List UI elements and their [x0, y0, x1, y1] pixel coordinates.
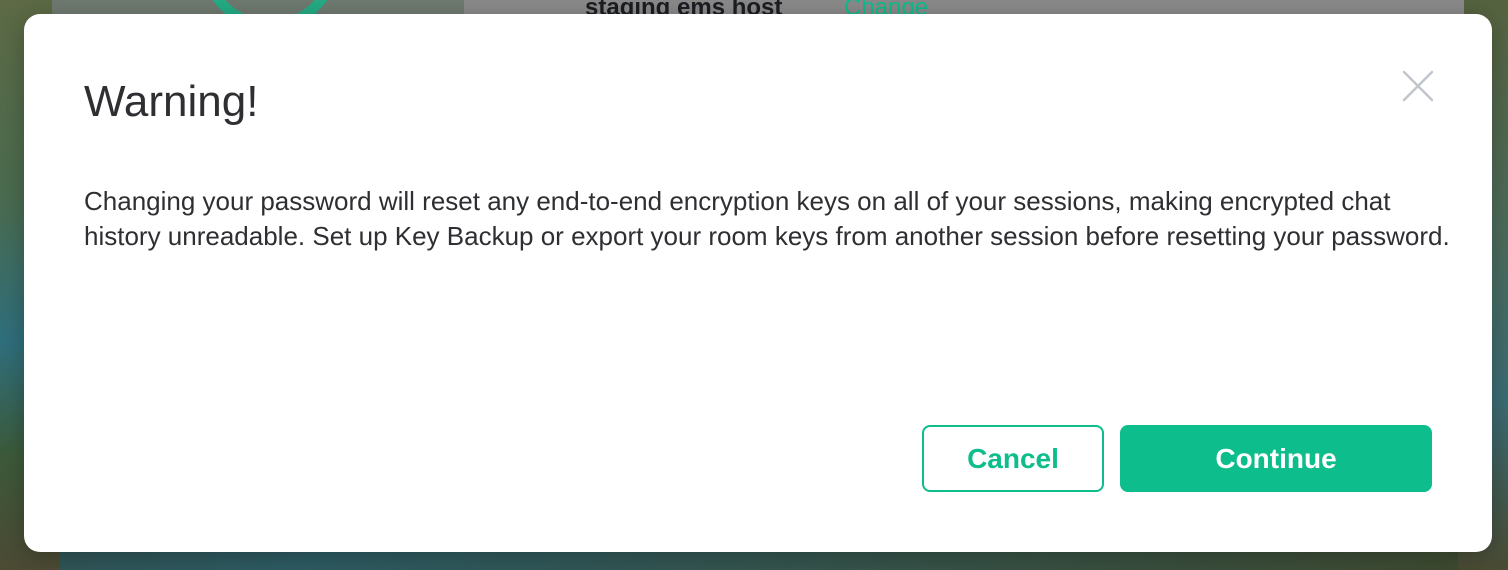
dialog-message: Changing your password will reset any en… [84, 186, 1450, 251]
close-icon [1402, 70, 1434, 102]
dialog-title: Warning! [84, 77, 259, 126]
warning-dialog: Warning! Changing your password will res… [24, 14, 1492, 552]
continue-button[interactable]: Continue [1120, 425, 1432, 492]
cancel-button[interactable]: Cancel [922, 425, 1104, 492]
close-button[interactable] [1402, 70, 1434, 102]
